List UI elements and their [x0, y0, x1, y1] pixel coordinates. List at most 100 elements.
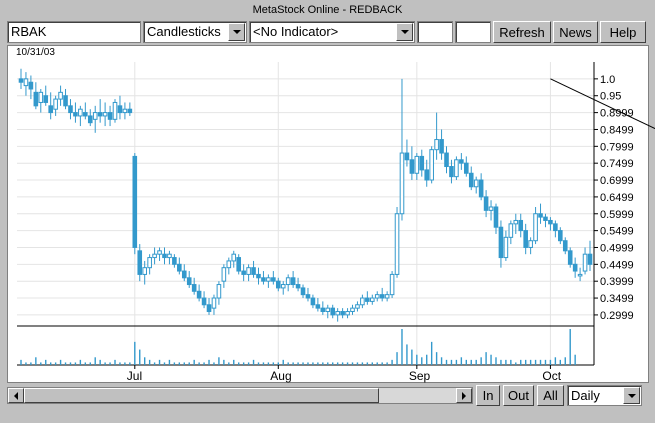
candle-body — [78, 108, 83, 117]
candle-body — [28, 81, 34, 90]
candle-body — [454, 159, 459, 178]
candle-body — [414, 155, 420, 174]
y-tick-label: 0.6999 — [600, 175, 634, 187]
candle-body — [117, 105, 123, 114]
y-tick-label: 0.6499 — [600, 192, 634, 204]
zoom-in-button[interactable]: In — [476, 385, 500, 406]
candle-body — [335, 311, 340, 316]
candle-body — [429, 149, 434, 181]
candle-body — [553, 223, 558, 232]
candle-body — [191, 284, 197, 292]
candle-body — [325, 307, 331, 313]
y-tick-label: 0.4999 — [600, 242, 634, 254]
candle-body — [196, 290, 202, 299]
zoom-out-button[interactable]: Out — [503, 385, 534, 406]
candle-body — [181, 270, 187, 279]
candle-body — [261, 277, 266, 282]
candle-body — [508, 223, 514, 238]
candle-body — [350, 307, 355, 313]
candle-body — [449, 166, 454, 178]
candlestick-chart: 1.0 0.95 0.8999 0.8499 0.7999 0.7499 0.6999 0.6… — [17, 62, 655, 383]
candle-body — [18, 78, 24, 83]
candle-body — [528, 240, 533, 248]
candle-body — [538, 213, 543, 218]
candle-body — [473, 179, 479, 188]
candle-body — [498, 226, 504, 259]
candle-body — [251, 267, 256, 275]
candle-body — [493, 206, 499, 228]
candle-body — [572, 263, 578, 272]
candle-body — [409, 159, 415, 174]
candle-body — [523, 230, 528, 248]
candle-body — [23, 78, 29, 87]
zoom-all-button[interactable]: All — [537, 385, 564, 406]
candle-body — [419, 155, 425, 171]
candle-body — [389, 273, 395, 296]
candle-body — [330, 307, 336, 316]
candle-body — [157, 250, 162, 255]
candle-body — [444, 152, 449, 168]
candle-body — [404, 152, 410, 161]
candle-body — [231, 253, 237, 262]
period-select[interactable]: Daily — [567, 385, 642, 406]
candle-body — [73, 112, 78, 117]
candle-body — [360, 297, 365, 306]
candle-body — [201, 297, 207, 306]
candle-body — [83, 112, 88, 117]
y-tick-label: 0.5499 — [600, 226, 634, 238]
x-month-label: Oct — [542, 369, 561, 383]
y-tick-label: 0.8999 — [600, 108, 634, 120]
y-tick-label: 0.5999 — [600, 209, 634, 221]
y-tick-label: 0.4499 — [600, 259, 634, 271]
candle-body — [162, 253, 167, 259]
y-tick-label: 0.8499 — [600, 124, 634, 136]
candle-body — [518, 219, 524, 232]
candle-body — [488, 206, 494, 211]
candle-body — [369, 297, 375, 302]
candle-body — [513, 219, 519, 225]
y-tick-label: 0.7999 — [600, 141, 634, 153]
candle-body — [271, 277, 276, 282]
candle-body — [137, 250, 143, 275]
candle-body — [127, 108, 133, 114]
horizontal-scrollbar[interactable] — [7, 387, 473, 404]
candle-body — [142, 267, 147, 275]
candle-body — [226, 260, 232, 269]
candle-body — [399, 152, 405, 215]
candle-body — [394, 213, 400, 275]
candle-body — [295, 284, 301, 289]
candle-body — [112, 101, 118, 120]
y-tick-label: 0.3999 — [600, 276, 634, 288]
candle-body — [533, 213, 538, 242]
candle-body — [374, 294, 380, 299]
candle-body — [97, 112, 103, 117]
candle-body — [48, 105, 53, 114]
candle-body — [340, 311, 345, 316]
candle-body — [424, 169, 430, 181]
candle-body — [464, 162, 469, 174]
candle-body — [379, 294, 385, 299]
candle-body — [384, 294, 390, 299]
candle-body — [102, 112, 108, 117]
candle-body — [305, 294, 311, 299]
candle-body — [147, 257, 152, 269]
candle-body — [38, 91, 44, 103]
scroll-left-icon[interactable] — [8, 388, 24, 403]
candle-body — [280, 284, 286, 289]
scroll-right-icon[interactable] — [456, 388, 472, 403]
x-month-label: Jul — [127, 369, 142, 383]
candle-body — [562, 240, 568, 252]
candle-body — [266, 277, 271, 282]
candle-body — [186, 277, 192, 286]
candle-body — [63, 95, 68, 107]
candle-body — [172, 257, 177, 265]
chevron-down-icon[interactable] — [623, 387, 640, 404]
candle-body — [345, 311, 350, 316]
y-tick-label: 1.0 — [600, 74, 615, 86]
candle-body — [92, 112, 98, 120]
y-tick-label: 0.95 — [600, 91, 621, 103]
candle-body — [33, 91, 39, 107]
scroll-thumb[interactable] — [24, 388, 379, 403]
candle-body — [567, 250, 573, 265]
candle-body — [468, 172, 474, 188]
